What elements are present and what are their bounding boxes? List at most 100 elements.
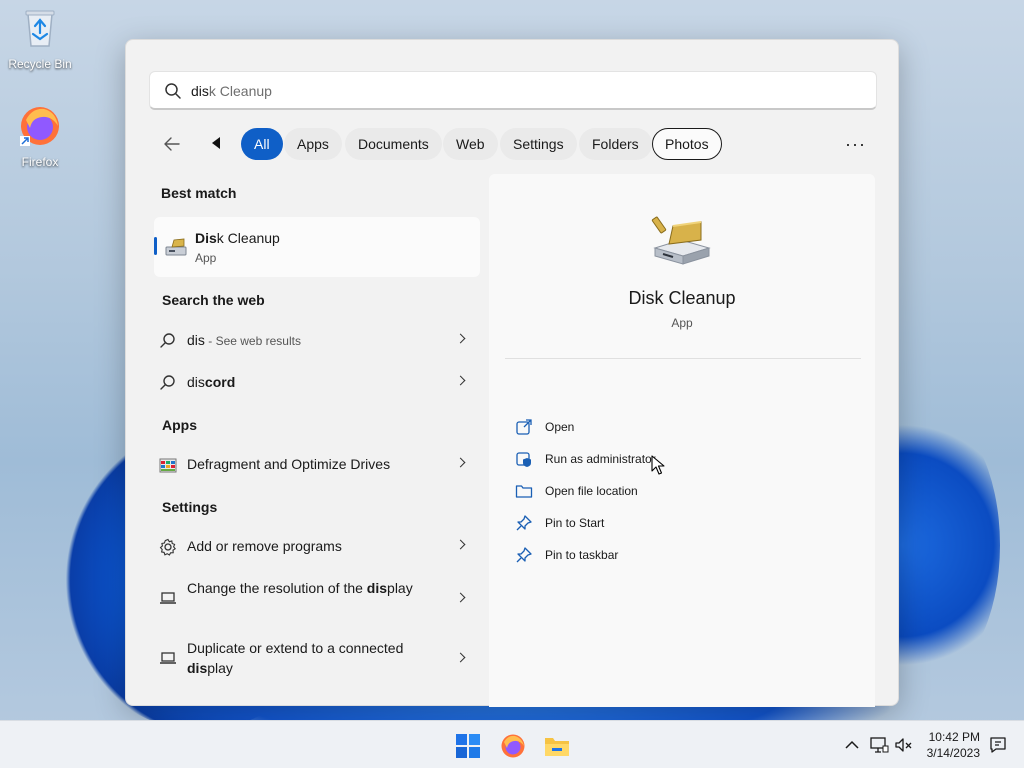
- best-match-name: Disk Cleanup: [195, 230, 280, 246]
- action-label: Pin to Start: [545, 516, 605, 530]
- settings-result-item[interactable]: Duplicate or extend to a connected displ…: [154, 634, 470, 684]
- selection-indicator: [154, 237, 157, 255]
- laptop-icon: [160, 652, 176, 664]
- match-highlight: dis: [187, 374, 205, 390]
- scroll-left-icon[interactable]: [212, 137, 220, 149]
- match-highlight: dis: [187, 660, 208, 676]
- chevron-right-icon: [455, 592, 466, 603]
- filter-chip-all[interactable]: All: [241, 128, 283, 160]
- notification-icon[interactable]: [988, 735, 1008, 755]
- open-external-icon: [516, 419, 532, 435]
- preview-app-title: Disk Cleanup: [628, 288, 736, 308]
- filter-chip-web[interactable]: Web: [443, 128, 498, 160]
- search-autocomplete-text: k Cleanup: [208, 83, 272, 99]
- firefox-icon[interactable]: [500, 733, 526, 759]
- start-search-panel: disk Cleanup All Apps Documents Web Sett…: [125, 39, 899, 707]
- action-run-as-administrator[interactable]: Run as administrator: [515, 447, 845, 471]
- section-settings: Settings: [162, 499, 218, 515]
- settings-result-label: Add or remove programs: [187, 538, 342, 554]
- search-input[interactable]: disk Cleanup: [149, 71, 877, 110]
- filter-chip-documents[interactable]: Documents: [345, 128, 442, 160]
- windows-start-icon[interactable]: [455, 733, 481, 759]
- clock-date: 3/14/2023: [926, 746, 980, 760]
- search-icon: [165, 83, 181, 99]
- desktop-icon-firefox[interactable]: Firefox: [2, 104, 78, 169]
- firefox-icon: [20, 107, 59, 146]
- action-pin-to-taskbar[interactable]: Pin to taskbar: [515, 543, 845, 567]
- chevron-right-icon: [455, 652, 466, 663]
- laptop-icon: [160, 592, 176, 604]
- section-best-match: Best match: [161, 185, 237, 201]
- web-query-text: dis: [187, 332, 205, 348]
- desktop-icon-recycle-bin[interactable]: Recycle Bin: [2, 6, 78, 71]
- more-options-button[interactable]: ···: [845, 134, 866, 155]
- chevron-right-icon: [455, 375, 466, 386]
- search-typed-text: dis: [191, 83, 209, 99]
- preview-app-type: App: [671, 316, 693, 330]
- filter-chip-folders[interactable]: Folders: [579, 128, 652, 160]
- section-apps: Apps: [162, 417, 197, 433]
- search-icon: [160, 333, 175, 348]
- recycle-bin-icon: [25, 10, 55, 47]
- best-match-type: App: [195, 251, 217, 265]
- see-web-results-text: See web results: [215, 334, 301, 348]
- search-text: disk Cleanup: [191, 83, 272, 99]
- web-result-item[interactable]: discord: [154, 365, 470, 401]
- separator: -: [204, 334, 216, 348]
- defragment-icon: [159, 458, 177, 473]
- app-result-item[interactable]: Defragment and Optimize Drives: [154, 447, 470, 483]
- disk-cleanup-icon: [165, 238, 187, 256]
- chevron-up-icon[interactable]: [842, 735, 862, 755]
- match-highlight: dis: [366, 580, 388, 596]
- folder-icon: [515, 485, 533, 498]
- settings-result-item[interactable]: Change the resolution of the display: [154, 574, 470, 624]
- filter-chip-settings[interactable]: Settings: [500, 128, 577, 160]
- shield-admin-icon: [516, 452, 531, 467]
- best-match-item[interactable]: Disk Cleanup App: [154, 217, 480, 277]
- taskbar: 10:42 PM 3/14/2023: [0, 720, 1024, 768]
- action-label: Open file location: [545, 484, 638, 498]
- label-text: play: [387, 580, 413, 596]
- chevron-right-icon: [455, 333, 466, 344]
- action-label: Open: [545, 420, 575, 434]
- chevron-right-icon: [455, 539, 466, 550]
- action-label: Run as administrator: [545, 452, 656, 466]
- mouse-cursor-icon: [651, 455, 665, 475]
- action-open-file-location[interactable]: Open file location: [515, 479, 845, 503]
- match-rest: k Cleanup: [216, 230, 280, 246]
- back-arrow-icon[interactable]: [162, 134, 182, 154]
- desktop-icon-label: Recycle Bin: [8, 57, 72, 71]
- match-highlight: Dis: [195, 230, 217, 246]
- app-result-label: Defragment and Optimize Drives: [187, 456, 391, 472]
- label-text: play: [207, 660, 233, 676]
- label-text: Duplicate or extend to a connected: [187, 640, 404, 656]
- clock-time: 10:42 PM: [928, 730, 980, 744]
- action-pin-to-start[interactable]: Pin to Start: [515, 511, 845, 535]
- action-open[interactable]: Open: [515, 415, 845, 439]
- web-result-text: dis - See web results: [187, 332, 301, 348]
- file-explorer-icon[interactable]: [544, 733, 570, 759]
- preview-pane: Disk Cleanup App Open Run as administrat…: [489, 174, 875, 707]
- settings-result-item[interactable]: Add or remove programs: [154, 529, 470, 565]
- chevron-right-icon: [455, 457, 466, 468]
- system-clock[interactable]: 10:42 PM 3/14/2023: [927, 729, 980, 761]
- pin-icon: [516, 547, 532, 563]
- action-label: Pin to taskbar: [545, 548, 619, 562]
- settings-result-label: Change the resolution of the display: [187, 578, 417, 598]
- filter-chip-photos[interactable]: Photos: [652, 128, 722, 160]
- label-text: Change the resolution of the: [187, 580, 367, 596]
- search-icon: [160, 375, 175, 390]
- network-icon[interactable]: [869, 735, 889, 755]
- gear-icon: [159, 538, 177, 556]
- volume-mute-icon[interactable]: [894, 735, 914, 755]
- filter-chip-apps[interactable]: Apps: [284, 128, 342, 160]
- filter-bar: All Apps Documents Web Settings Folders …: [156, 128, 876, 160]
- section-search-web: Search the web: [162, 292, 265, 308]
- suggestion-rest: cord: [204, 374, 236, 390]
- web-result-text: discord: [187, 374, 235, 390]
- pin-icon: [516, 515, 532, 531]
- settings-result-label: Duplicate or extend to a connected displ…: [187, 638, 417, 678]
- desktop-icon-label: Firefox: [21, 155, 59, 169]
- web-result-item[interactable]: dis - See web results: [154, 323, 470, 359]
- disk-cleanup-icon: [651, 216, 711, 265]
